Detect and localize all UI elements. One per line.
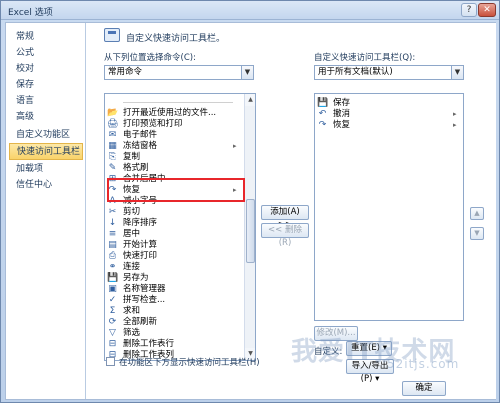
customize-toolbar-select[interactable]: 用于所有文档(默认) ▼ xyxy=(314,65,464,80)
nav-item[interactable]: 校对 xyxy=(9,61,83,78)
commands-list[interactable]: ▲ ▼ 📂 打开最近使用过的文件... 🖨 打印预览和打印 ✉ 电子邮件 ▦ 冻结窗格 ▸ ⎘ 复制… xyxy=(104,93,256,361)
redo-icon: ↷ xyxy=(318,120,327,130)
nav-item[interactable]: 保存 xyxy=(9,77,83,94)
customize-toolbar-label: 自定义快速访问工具栏(Q): xyxy=(314,53,416,63)
commands-scrollbar[interactable]: ▲ ▼ xyxy=(244,94,255,360)
add-button[interactable]: 添加(A) >> xyxy=(261,205,309,230)
nav-item[interactable]: 加载项 xyxy=(9,161,83,178)
ok-button[interactable]: 确定 xyxy=(402,381,446,396)
toolbar-icon xyxy=(104,28,120,42)
excel-options-dialog: Excel 选项 ? ✕ 常规 公式 校对 保存 语言 高级 自定义功能区 快速访问工具栏 加载… xyxy=(0,0,500,403)
title-bar: Excel 选项 ? ✕ xyxy=(1,1,499,20)
nav-item[interactable]: 快速访问工具栏 xyxy=(9,143,83,160)
nav-item[interactable]: 高级 xyxy=(9,109,83,126)
watermark-sub: 52itjs.com xyxy=(387,357,460,371)
watermark-logo: 我爱IT技术网 52itjs.com xyxy=(291,331,491,381)
red-highlight-box xyxy=(107,178,245,202)
toolbar-items-list[interactable]: 💾 保存 ↶ 撤消 ▸ ↷ 恢复 ▸ xyxy=(314,93,464,321)
nav-item[interactable]: 常规 xyxy=(9,29,83,46)
list-item[interactable]: ↷ 恢复 ▸ xyxy=(317,119,461,132)
show-below-ribbon-checkbox[interactable] xyxy=(106,357,115,366)
scroll-up-icon[interactable]: ▲ xyxy=(245,94,255,106)
options-nav: 常规 公式 校对 保存 语言 高级 自定义功能区 快速访问工具栏 加载项 信任中心 xyxy=(6,23,86,399)
customize-toolbar-value: 用于所有文档(默认) xyxy=(318,67,393,77)
chevron-down-icon[interactable]: ▼ xyxy=(451,66,463,79)
choose-commands-value: 常用命令 xyxy=(108,67,143,77)
list-item-label: 恢复 xyxy=(333,120,351,130)
help-button[interactable]: ? xyxy=(461,3,477,17)
show-below-ribbon-label: 在功能区下方显示快速访问工具栏(H) xyxy=(119,358,260,368)
separator-icon xyxy=(123,102,233,103)
move-down-button[interactable]: ▼ xyxy=(470,227,484,240)
nav-item[interactable]: 公式 xyxy=(9,45,83,62)
nav-item[interactable]: 自定义功能区 xyxy=(9,127,83,144)
chevron-down-icon[interactable]: ▼ xyxy=(241,66,253,79)
scroll-thumb[interactable] xyxy=(246,199,255,263)
choose-commands-label: 从下列位置选择命令(C): xyxy=(104,53,196,63)
close-button[interactable]: ✕ xyxy=(478,3,496,17)
choose-commands-select[interactable]: 常用命令 ▼ xyxy=(104,65,254,80)
nav-item[interactable]: 语言 xyxy=(9,93,83,110)
nav-item[interactable]: 信任中心 xyxy=(9,177,83,194)
section-heading: 自定义快速访问工具栏。 xyxy=(126,34,226,44)
remove-button[interactable]: << 删除(R) xyxy=(261,223,309,248)
window-title: Excel 选项 xyxy=(8,8,53,18)
move-up-button[interactable]: ▲ xyxy=(470,207,484,220)
submenu-arrow-icon: ▸ xyxy=(453,121,457,129)
